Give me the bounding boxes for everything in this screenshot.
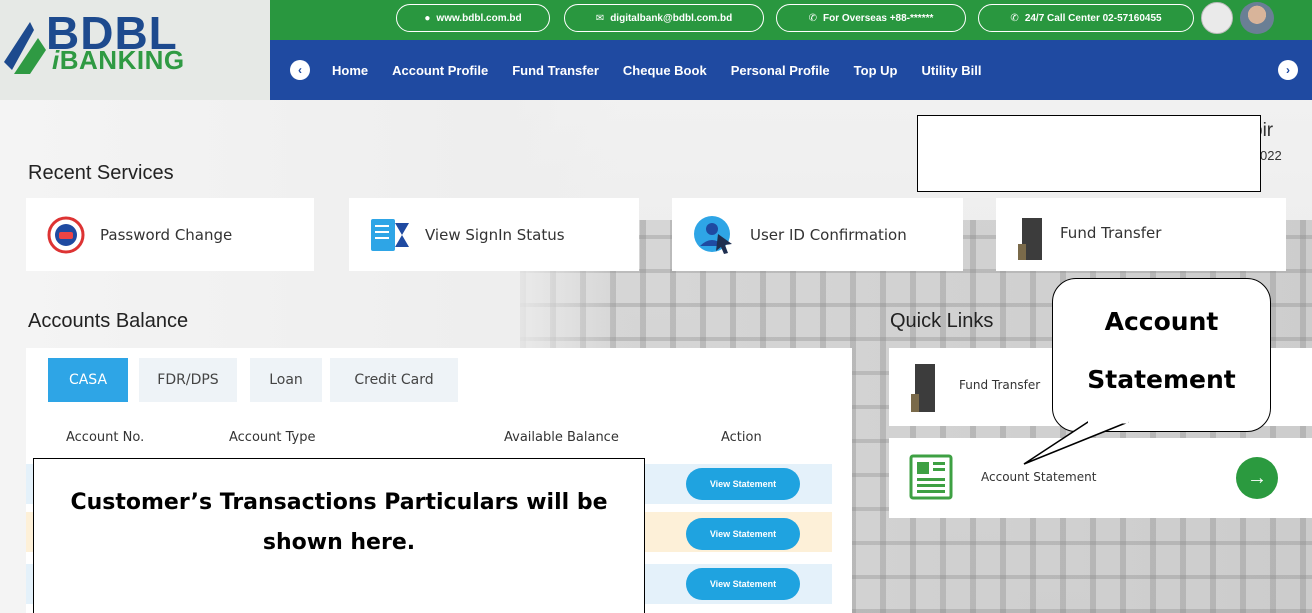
view-statement-button[interactable]: View Statement <box>686 468 800 500</box>
website-link: www.bdbl.com.bd <box>436 12 522 24</box>
service-label: View SignIn Status <box>425 225 565 244</box>
logo-banking-word: BANKING <box>59 45 185 75</box>
phone-icon: ✆ <box>1010 12 1019 24</box>
signin-status-icon <box>371 218 409 251</box>
nav-next-button[interactable]: › <box>1278 60 1298 80</box>
logo-mark-icon <box>4 22 46 74</box>
service-card-user-id-confirmation[interactable]: User ID Confirmation <box>672 198 963 271</box>
building-icon <box>911 364 935 412</box>
column-header-available-balance: Available Balance <box>504 430 619 445</box>
tab-loan[interactable]: Loan <box>250 358 322 402</box>
service-card-fund-transfer[interactable]: Fund Transfer <box>996 198 1286 271</box>
overseas-pill[interactable]: ✆ For Overseas +88-****** <box>776 4 966 32</box>
email-pill[interactable]: ✉ digitalbank@bdbl.com.bd <box>564 4 764 32</box>
nav-item-top-up[interactable]: Top Up <box>854 63 898 78</box>
email-link: digitalbank@bdbl.com.bd <box>610 12 733 24</box>
tab-casa[interactable]: CASA <box>48 358 128 402</box>
column-header-account-no: Account No. <box>66 430 145 445</box>
nav-prev-button[interactable]: ‹ <box>290 60 310 80</box>
recent-services-title: Recent Services <box>28 162 174 184</box>
tab-credit-card[interactable]: Credit Card <box>330 358 458 402</box>
service-label: User ID Confirmation <box>750 225 907 244</box>
quick-links-title: Quick Links <box>890 310 994 332</box>
view-statement-button[interactable]: View Statement <box>686 518 800 550</box>
service-label: Fund Transfer <box>1060 224 1162 242</box>
column-header-account-type: Account Type <box>229 430 316 445</box>
tab-fdr-dps[interactable]: FDR/DPS <box>139 358 237 402</box>
quick-link-label: Fund Transfer <box>959 378 1041 392</box>
callout-pointer <box>1023 420 1129 465</box>
nav-item-cheque-book[interactable]: Cheque Book <box>623 63 707 78</box>
phone-icon: ✆ <box>808 12 818 24</box>
nav-item-home[interactable]: Home <box>332 63 368 78</box>
building-icon <box>1018 218 1042 260</box>
nav-item-utility-bill[interactable]: Utility Bill <box>921 63 981 78</box>
column-header-action: Action <box>721 430 762 445</box>
call-center-pill[interactable]: ✆ 24/7 Call Center 02-57160455 <box>978 4 1194 32</box>
overseas-number: For Overseas +88-****** <box>823 12 934 24</box>
service-label: Password Change <box>100 225 233 244</box>
callout-line-1: Account <box>1104 307 1219 336</box>
redaction-box <box>917 115 1261 192</box>
service-card-password-change[interactable]: Password Change <box>26 198 314 271</box>
service-card-signin-status[interactable]: View SignIn Status <box>349 198 639 271</box>
mail-icon: ✉ <box>595 12 605 24</box>
avatar-placeholder[interactable] <box>1201 2 1233 34</box>
nav-item-personal-profile[interactable]: Personal Profile <box>731 63 830 78</box>
transactions-placeholder-note: Customer’s Transactions Particulars will… <box>33 458 645 613</box>
statement-icon <box>909 454 953 500</box>
accounts-balance-title: Accounts Balance <box>28 310 189 332</box>
logo-i-letter: i <box>52 45 60 75</box>
globe-icon: ● <box>424 12 431 24</box>
logo-area[interactable]: BDBL iBANKING <box>0 0 270 100</box>
call-center-number: 24/7 Call Center 02-57160455 <box>1024 12 1162 24</box>
main-nav: ‹ Home Account Profile Fund Transfer Che… <box>270 40 1312 100</box>
website-pill[interactable]: ● www.bdbl.com.bd <box>396 4 550 32</box>
user-id-icon <box>694 215 732 254</box>
contact-bar: ● www.bdbl.com.bd ✉ digitalbank@bdbl.com… <box>270 0 1312 40</box>
quick-link-label: Account Statement <box>981 470 1097 484</box>
nav-item-fund-transfer[interactable]: Fund Transfer <box>512 63 599 78</box>
callout-line-2: Statement <box>1087 365 1236 394</box>
view-statement-button[interactable]: View Statement <box>686 568 800 600</box>
password-change-icon <box>47 216 85 253</box>
nav-items: Home Account Profile Fund Transfer Chequ… <box>332 40 1005 100</box>
avatar[interactable] <box>1240 2 1274 34</box>
account-statement-callout: Account Statement <box>1052 278 1271 432</box>
last-login-date: 022 <box>1260 148 1282 163</box>
logo-ibanking-text: iBANKING <box>52 45 185 76</box>
nav-item-account-profile[interactable]: Account Profile <box>392 63 488 78</box>
arrow-right-icon[interactable]: → <box>1236 457 1278 499</box>
